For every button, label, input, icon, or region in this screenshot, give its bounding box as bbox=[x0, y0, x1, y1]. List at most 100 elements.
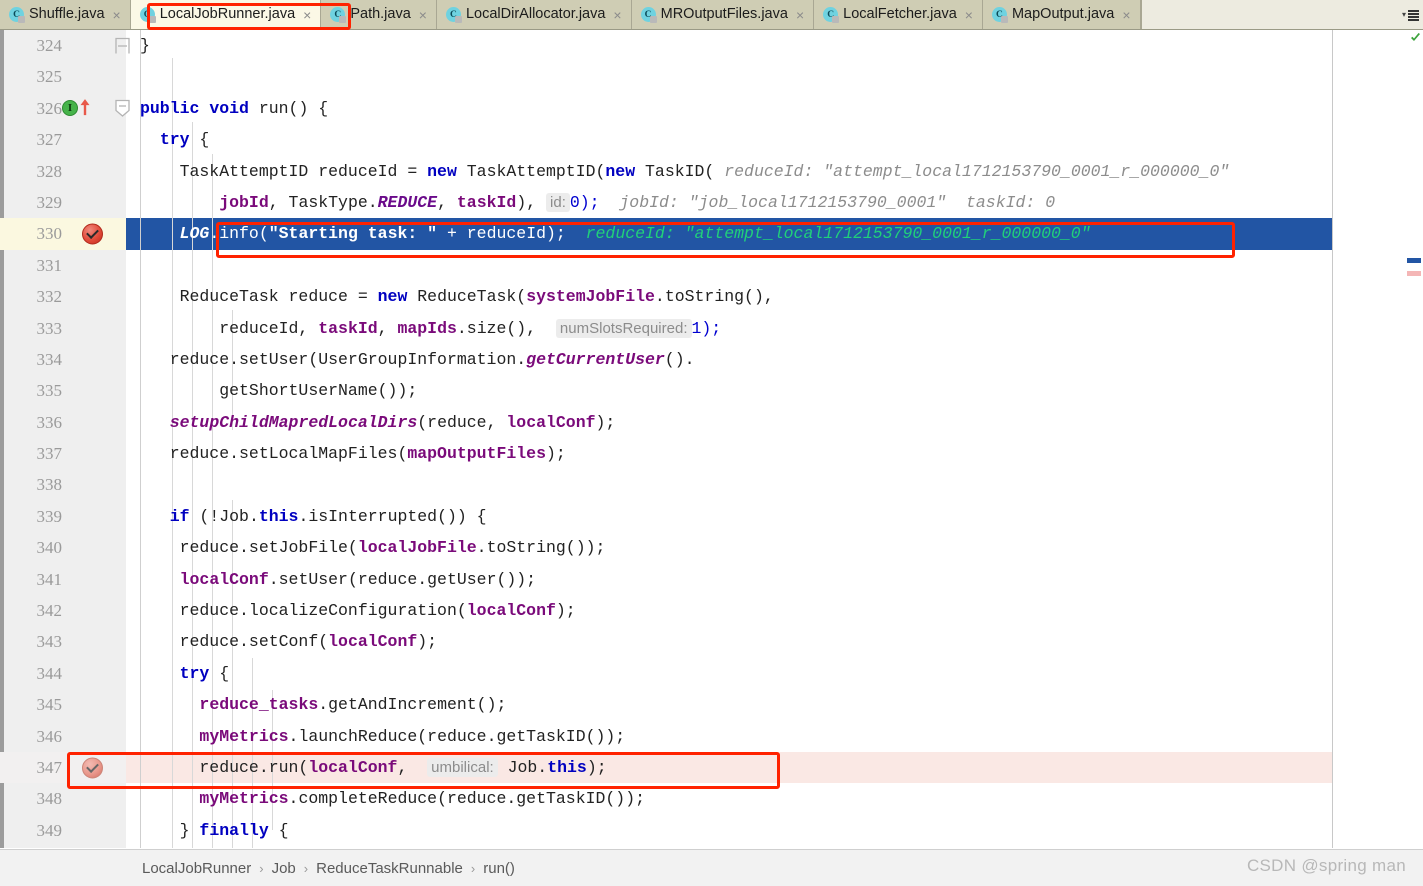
close-icon[interactable]: × bbox=[113, 8, 121, 22]
code-line-332[interactable]: 332 ReduceTask reduce = new ReduceTask(s… bbox=[0, 281, 1423, 312]
gutter-icons[interactable] bbox=[62, 407, 126, 438]
gutter-icons[interactable] bbox=[62, 626, 126, 657]
breakpoint-icon-muted[interactable] bbox=[82, 757, 103, 779]
gutter-icons[interactable] bbox=[62, 187, 126, 218]
chevron-down-icon[interactable]: ▾ bbox=[1402, 10, 1406, 19]
close-icon[interactable]: × bbox=[1122, 8, 1130, 22]
java-class-icon: C bbox=[991, 7, 1008, 23]
code-line-342[interactable]: 342 reduce.localizeConfiguration(localCo… bbox=[0, 595, 1423, 626]
fold-end-icon[interactable] bbox=[114, 36, 131, 55]
close-icon[interactable]: × bbox=[419, 8, 427, 22]
code-line-345[interactable]: 345 reduce_tasks.getAndIncrement(); bbox=[0, 689, 1423, 720]
code-text: if (!Job.this.isInterrupted()) { bbox=[169, 506, 487, 526]
code-line-343[interactable]: 343 reduce.setConf(localConf); bbox=[0, 626, 1423, 657]
code-line-348[interactable]: 348 myMetrics.completeReduce(reduce.getT… bbox=[0, 783, 1423, 814]
gutter-icons[interactable] bbox=[62, 30, 130, 61]
gutter-icons[interactable] bbox=[62, 250, 126, 281]
breadcrumb-item-reducetaskrunnable[interactable]: ReduceTaskRunnable bbox=[312, 860, 467, 877]
code-line-327[interactable]: 327 try { bbox=[0, 124, 1423, 155]
code-text: reduce.setJobFile(localJobFile.toString(… bbox=[140, 538, 606, 558]
close-icon[interactable]: × bbox=[796, 8, 804, 22]
java-class-icon: C bbox=[640, 7, 657, 23]
gutter-icons[interactable] bbox=[62, 815, 126, 846]
kw-this-339: this bbox=[258, 506, 299, 526]
code-line-346[interactable]: 346 myMetrics.launchReduce(reduce.getTas… bbox=[0, 721, 1423, 752]
editor-tab-shuffle-java[interactable]: C Shuffle.java × bbox=[0, 0, 131, 29]
java-class-icon: C bbox=[9, 7, 25, 23]
editor-tab-localfetcher-java[interactable]: C LocalFetcher.java × bbox=[814, 0, 983, 29]
gutter-icons[interactable] bbox=[62, 752, 126, 783]
code-line-328[interactable]: 328 TaskAttemptID reduceId = new TaskAtt… bbox=[0, 156, 1423, 187]
marker-gutter[interactable] bbox=[1332, 30, 1423, 848]
inspection-ok-icon[interactable] bbox=[1411, 33, 1420, 42]
gutter-icons[interactable] bbox=[62, 783, 126, 814]
gutter-icons[interactable] bbox=[62, 501, 126, 532]
code-line-337[interactable]: 337 reduce.setLocalMapFiles(mapOutputFil… bbox=[0, 438, 1423, 469]
code-line-339[interactable]: 339 if (!Job.this.isInterrupted()) { bbox=[0, 501, 1423, 532]
breadcrumb-item-job[interactable]: Job bbox=[268, 860, 300, 877]
gutter-icons[interactable] bbox=[62, 344, 126, 375]
close-icon[interactable]: × bbox=[613, 8, 621, 22]
code-line-349[interactable]: 349 } finally { bbox=[0, 815, 1423, 846]
gutter-icons[interactable] bbox=[62, 438, 126, 469]
gutter-icons[interactable] bbox=[62, 721, 126, 752]
gutter-icons[interactable]: I bbox=[62, 93, 130, 124]
code-line-335[interactable]: 335 getShortUserName()); bbox=[0, 375, 1423, 406]
editor-tab-localjobrunner-java[interactable]: C LocalJobRunner.java × bbox=[130, 0, 322, 29]
code-line-326[interactable]: 326 I public void run() { bbox=[0, 93, 1423, 124]
gutter-icons[interactable] bbox=[62, 156, 126, 187]
gutter-icons[interactable] bbox=[62, 281, 126, 312]
gutter-icons[interactable] bbox=[62, 313, 126, 344]
gutter-icons[interactable] bbox=[62, 564, 126, 595]
inline-hint-jobid-value: "job_local1712153790_0001" bbox=[688, 192, 947, 212]
gutter-icons[interactable] bbox=[62, 469, 126, 500]
editor-tab-path-java[interactable]: C Path.java × bbox=[321, 0, 437, 29]
code-line-340[interactable]: 340 reduce.setJobFile(localJobFile.toStr… bbox=[0, 532, 1423, 563]
code-line-325[interactable]: 325 bbox=[0, 61, 1423, 92]
editor-tab-localdirallocator-java[interactable]: C LocalDirAllocator.java × bbox=[436, 0, 632, 29]
fold-open-icon[interactable] bbox=[114, 99, 131, 118]
close-icon[interactable]: × bbox=[965, 8, 973, 22]
line-number: 342 bbox=[36, 601, 63, 621]
code-line-330-execution-point[interactable]: 330 LOG.info("Starting task: " + reduceI… bbox=[0, 218, 1423, 250]
line-number: 337 bbox=[36, 444, 63, 464]
gutter-icons[interactable] bbox=[62, 658, 126, 689]
breadcrumb-item-run[interactable]: run() bbox=[479, 860, 519, 877]
code-line-333[interactable]: 333 reduceId, taskId, mapIds.size(), num… bbox=[0, 313, 1423, 344]
code-line-329[interactable]: 329 jobId, TaskType.REDUCE, taskId), id:… bbox=[0, 187, 1423, 218]
kw-try-344: try bbox=[179, 663, 210, 683]
gutter-icons[interactable] bbox=[62, 61, 126, 92]
code-line-336[interactable]: 336 setupChildMapredLocalDirs(reduce, lo… bbox=[0, 407, 1423, 438]
gutter-icons[interactable] bbox=[62, 218, 126, 249]
marker-breakpoint-line[interactable] bbox=[1407, 271, 1421, 276]
editor-tab-mapoutput-java[interactable]: C MapOutput.java × bbox=[982, 0, 1141, 29]
breakpoint-icon[interactable] bbox=[82, 223, 103, 245]
breadcrumb-item-localjobrunner[interactable]: LocalJobRunner bbox=[138, 860, 255, 877]
kw-this-347: this bbox=[547, 757, 587, 777]
gutter-icons[interactable] bbox=[62, 595, 126, 626]
gutter-icons[interactable] bbox=[62, 124, 126, 155]
gutter-icons[interactable] bbox=[62, 532, 126, 563]
code-line-338[interactable]: 338 bbox=[0, 469, 1423, 500]
breadcrumb-separator-2: › bbox=[303, 860, 309, 876]
tab-label: LocalFetcher.java bbox=[843, 6, 957, 23]
override-method-icon[interactable]: I bbox=[62, 100, 78, 117]
code-line-344[interactable]: 344 try { bbox=[0, 658, 1423, 689]
code-line-347-breakpoint[interactable]: 347 reduce.run(localConf, umbilical: Job… bbox=[0, 751, 1423, 784]
editor-tab-mroutputfiles-java[interactable]: C MROutputFiles.java × bbox=[631, 0, 815, 29]
gutter-icons[interactable] bbox=[62, 375, 126, 406]
code-line-334[interactable]: 334 reduce.setUser(UserGroupInformation.… bbox=[0, 344, 1423, 375]
code-line-324[interactable]: 324 } bbox=[0, 30, 1423, 61]
code-text: reduce.run(localConf, umbilical: Job.thi… bbox=[140, 757, 607, 777]
code-line-341[interactable]: 341 localConf.setUser(reduce.getUser()); bbox=[0, 564, 1423, 595]
code-editor-area[interactable]: 324 } 325 326 I public void run() {327 … bbox=[0, 30, 1423, 848]
tab-list-menu-icon[interactable] bbox=[1408, 9, 1419, 21]
code-line-331[interactable]: 331 bbox=[0, 250, 1423, 281]
line-number: 339 bbox=[36, 506, 63, 526]
gutter-icons[interactable] bbox=[62, 689, 126, 720]
close-icon[interactable]: × bbox=[303, 8, 311, 22]
code-text: jobId, TaskType.REDUCE, taskId), id: 0); … bbox=[219, 192, 1056, 212]
inline-hint-taskid-value: 0 bbox=[1045, 192, 1056, 212]
kw-new-2: new bbox=[605, 161, 636, 181]
marker-execution-line[interactable] bbox=[1407, 258, 1421, 263]
